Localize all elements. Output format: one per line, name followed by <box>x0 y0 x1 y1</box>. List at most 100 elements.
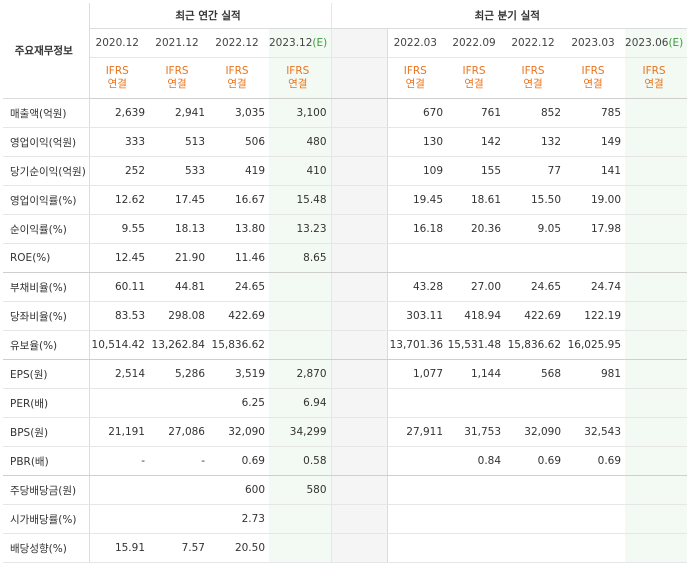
annual-value-cell: 533 <box>149 156 209 186</box>
quarter-value-cell: 20.36 <box>447 214 506 244</box>
table-row: 순이익률(%) 9.55 18.13 13.80 13.23 16.18 20.36 9.05… <box>3 214 688 244</box>
quarter-value-cell: 141 <box>565 156 626 186</box>
quarter-value-cell <box>505 533 566 563</box>
annual-value-cell <box>89 504 149 534</box>
row-label: 유보율(%) <box>3 330 90 360</box>
gap-cell <box>330 417 388 447</box>
ifrs-label: IFRS 연결 <box>89 57 149 99</box>
header-gap-cell <box>330 57 388 99</box>
annual-value-cell: 10,514.42 <box>89 330 149 360</box>
quarter-value-cell <box>505 388 566 418</box>
quarter-value-cell <box>447 243 506 273</box>
quarter-value-cell: 109 <box>387 156 448 186</box>
ifrs-label: IFRS 연결 <box>149 57 209 99</box>
annual-value-cell: 20.50 <box>209 533 269 563</box>
gap-cell <box>330 127 388 157</box>
quarter-value-cell <box>387 475 448 505</box>
quarter-value-cell: 77 <box>505 156 566 186</box>
quarter-value-cell: 981 <box>565 359 626 389</box>
annual-period: 2022.12 <box>209 28 269 58</box>
quarter-value-cell: 1,077 <box>387 359 448 389</box>
annual-value-cell <box>149 504 209 534</box>
row-label: EPS(원) <box>3 359 90 389</box>
annual-value-cell: 12.45 <box>89 243 149 273</box>
quarter-value-cell <box>387 533 448 563</box>
table-row: ROE(%) 12.45 21.90 11.46 8.65 <box>3 243 688 273</box>
row-label: 당좌비율(%) <box>3 301 90 331</box>
annual-value-cell <box>89 388 149 418</box>
quarter-value-cell <box>447 388 506 418</box>
table-row: 부채비율(%) 60.11 44.81 24.65 43.28 27.00 24.65 24.… <box>3 272 688 302</box>
quarter-group-title: 최근 분기 실적 <box>331 3 688 29</box>
header-gap-cell <box>330 28 388 58</box>
annual-estimate-cell <box>269 533 332 563</box>
table-row: 시가배당률(%) 2.73 <box>3 504 688 534</box>
quarter-value-cell: 149 <box>565 127 626 157</box>
annual-value-cell: 2,514 <box>89 359 149 389</box>
header-date-row: 2020.12 2021.12 2022.12 2023.12(E) 2022.… <box>3 28 688 58</box>
quarter-estimate-cell <box>625 504 688 534</box>
gap-cell <box>330 359 388 389</box>
quarter-value-cell: 19.45 <box>387 185 448 215</box>
quarter-value-cell: 32,543 <box>565 417 626 447</box>
table-row: 당좌비율(%) 83.53 298.08 422.69 303.11 418.94 422.… <box>3 301 688 331</box>
estimate-mark: (E) <box>668 37 684 49</box>
quarter-value-cell <box>447 504 506 534</box>
annual-estimate-cell: 0.58 <box>269 446 332 476</box>
quarter-estimate-cell <box>625 359 688 389</box>
corner-label: 주요재무정보 <box>3 3 90 99</box>
annual-value-cell: 9.55 <box>89 214 149 244</box>
row-label: 주당배당금(원) <box>3 475 90 505</box>
annual-value-cell: 12.62 <box>89 185 149 215</box>
table-row: PBR(배) - -0.69 0.58 0.84 0.69 0.69 <box>3 446 688 476</box>
quarter-value-cell <box>505 475 566 505</box>
quarter-value-cell: 9.05 <box>505 214 566 244</box>
annual-value-cell: - <box>149 446 209 476</box>
quarter-period: 2022.09 <box>447 28 506 58</box>
quarter-value-cell <box>565 533 626 563</box>
quarter-estimate-cell <box>625 417 688 447</box>
table-row: 유보율(%) 10,514.42 13,262.84 15,836.62 13,701.… <box>3 330 688 360</box>
annual-value-cell: 17.45 <box>149 185 209 215</box>
row-label: BPS(원) <box>3 417 90 447</box>
quarter-period: 2023.03 <box>565 28 626 58</box>
annual-estimate-cell <box>269 272 332 302</box>
quarter-estimate-cell <box>625 98 688 128</box>
annual-value-cell: 506 <box>209 127 269 157</box>
row-label: 시가배당률(%) <box>3 504 90 534</box>
quarter-value-cell: 155 <box>447 156 506 186</box>
estimate-mark: (E) <box>312 37 328 49</box>
quarter-estimate-cell <box>625 446 688 476</box>
quarter-value-cell: 24.65 <box>505 272 566 302</box>
quarter-value-cell: 31,753 <box>447 417 506 447</box>
annual-period-estimate: 2023.12(E) <box>269 28 332 58</box>
annual-value-cell: - <box>89 446 149 476</box>
annual-estimate-cell: 2,870 <box>269 359 332 389</box>
gap-cell <box>330 272 388 302</box>
quarter-value-cell <box>447 533 506 563</box>
table-row: PER(배) 6.25 6.94 <box>3 388 688 418</box>
quarter-estimate-cell <box>625 243 688 273</box>
annual-value-cell: 3,519 <box>209 359 269 389</box>
annual-value-cell: 2,639 <box>89 98 149 128</box>
annual-value-cell <box>149 475 209 505</box>
annual-value-cell: 21,191 <box>89 417 149 447</box>
quarter-value-cell: 27,911 <box>387 417 448 447</box>
annual-estimate-cell: 8.65 <box>269 243 332 273</box>
ifrs-label: IFRS 연결 <box>447 57 506 99</box>
quarter-value-cell <box>565 243 626 273</box>
quarter-value-cell <box>387 388 448 418</box>
annual-value-cell: 13,262.84 <box>149 330 209 360</box>
quarter-estimate-cell <box>625 475 688 505</box>
annual-value-cell: 18.13 <box>149 214 209 244</box>
ifrs-label: IFRS 연결 <box>505 57 566 99</box>
gap-cell <box>330 475 388 505</box>
quarter-value-cell: 0.84 <box>447 446 506 476</box>
quarter-value-cell: 17.98 <box>565 214 626 244</box>
quarter-value-cell: 43.28 <box>387 272 448 302</box>
annual-estimate-cell: 410 <box>269 156 332 186</box>
quarter-value-cell: 13,701.36 <box>387 330 448 360</box>
header-ifrs-row: IFRS 연결 IFRS 연결 IFRS 연결 IFRS 연결 IFRS 연결 IFRS 연… <box>3 57 688 99</box>
annual-value-cell <box>149 388 209 418</box>
annual-value-cell: 7.57 <box>149 533 209 563</box>
